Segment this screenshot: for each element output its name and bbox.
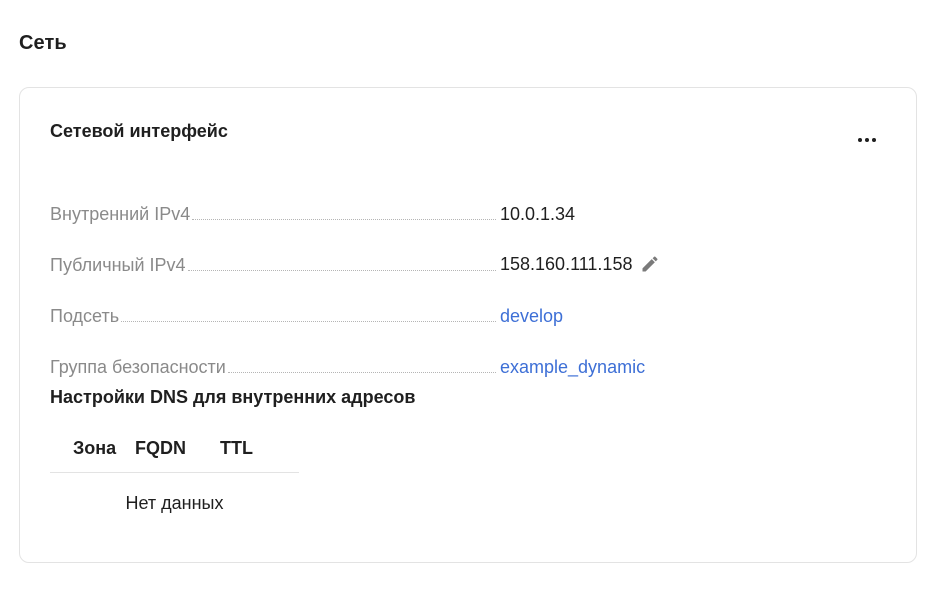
dns-empty-message: Нет данных	[125, 492, 224, 513]
leader-dots	[187, 269, 496, 271]
more-horizontal-icon-dot	[872, 138, 876, 142]
leader-dots	[227, 371, 496, 373]
dns-table: Зона FQDN TTL Нет данных	[50, 424, 299, 533]
more-horizontal-icon-dot	[865, 138, 869, 142]
property-row-internal-ipv4: Внутренний IPv4 10.0.1.34	[50, 174, 890, 225]
internal-ipv4-value: 10.0.1.34	[500, 204, 576, 224]
public-ipv4-value: 158.160.111.158	[500, 254, 633, 274]
network-interface-card: Сетевой интерфейс Внутренний IPv4 10.0.1…	[19, 87, 917, 563]
leader-dots	[121, 320, 496, 322]
property-label: Публичный IPv4	[50, 255, 186, 275]
property-row-public-ipv4: Публичный IPv4 158.160.111.158	[50, 225, 890, 276]
property-label: Группа безопасности	[50, 357, 226, 377]
dns-table-header: Зона FQDN TTL	[50, 424, 299, 473]
column-header-ttl: TTL	[220, 437, 253, 458]
pencil-icon[interactable]	[638, 252, 662, 276]
network-page: Сеть Сетевой интерфейс Внутренний IPv4 1…	[0, 0, 949, 590]
column-header-fqdn: FQDN	[135, 437, 186, 458]
property-row-subnet: Подсеть develop	[50, 276, 890, 327]
column-header-zone: Зона	[73, 437, 117, 458]
property-label: Внутренний IPv4	[50, 204, 191, 224]
property-label: Подсеть	[50, 306, 120, 326]
security-group-link[interactable]: example_dynamic	[500, 356, 645, 378]
more-horizontal-icon	[858, 138, 862, 142]
subnet-link[interactable]: develop	[500, 305, 563, 327]
properties-list: Внутренний IPv4 10.0.1.34 Публичный IPv4…	[50, 174, 890, 378]
leader-dots	[192, 218, 496, 220]
property-row-security-group: Группа безопасности example_dynamic	[50, 327, 890, 378]
dns-settings-title: Настройки DNS для внутренних адресов	[50, 387, 416, 407]
public-ipv4-value-wrap: 158.160.111.158	[500, 252, 662, 276]
more-actions-button[interactable]	[852, 128, 882, 152]
card-title: Сетевой интерфейс	[50, 121, 228, 141]
section-title: Сеть	[19, 32, 67, 54]
